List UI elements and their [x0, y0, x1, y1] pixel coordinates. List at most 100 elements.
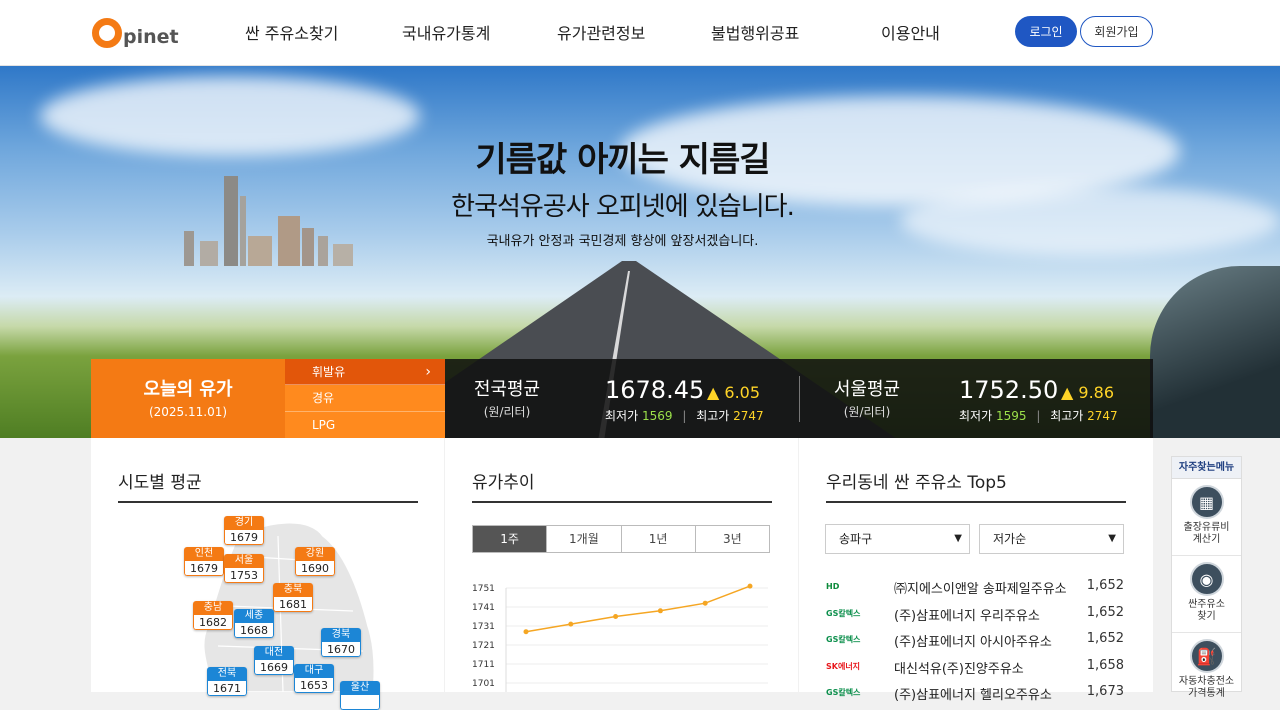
- opinet-logo[interactable]: pinet: [92, 12, 179, 48]
- nav-cheap-station[interactable]: 싼 주유소찾기: [245, 20, 338, 44]
- region-badge[interactable]: 충북 1681: [273, 583, 313, 612]
- trend-point[interactable]: [523, 629, 529, 635]
- logo-text: pinet: [123, 26, 179, 48]
- seoul-min: 1595: [995, 409, 1027, 423]
- quick-menu-title: 자주찾는메뉴: [1172, 457, 1241, 479]
- region-value: 1679: [224, 530, 264, 545]
- fuel-tab-label: 경유: [312, 391, 335, 406]
- today-price-box: 오늘의 유가 (2025.11.01): [91, 359, 285, 438]
- trend-point[interactable]: [747, 583, 753, 589]
- region-value: 1753: [224, 568, 264, 583]
- nav-illegal-notice[interactable]: 불법행위공표: [711, 20, 799, 44]
- region-name: 전북: [207, 667, 247, 681]
- quick-menu: 자주찾는메뉴 ▦ 출장유류비 계산기 ◉ 싼주유소 찾기 ⛽ 자동차충전소 가격…: [1171, 456, 1242, 699]
- region-value: 1681: [273, 597, 313, 612]
- trend-point[interactable]: [657, 608, 663, 614]
- district-select[interactable]: 송파구 ▼: [825, 524, 970, 554]
- national-range: 최저가 1569 | 최고가 2747: [605, 407, 764, 424]
- trend-point[interactable]: [702, 600, 708, 606]
- seoul-average: 서울평균 (원/리터) 1752.50 ▲ 9.86 최저가 1595 | 최고…: [799, 359, 1153, 438]
- title-underline: [118, 501, 418, 503]
- region-value: 1668: [234, 623, 274, 638]
- region-badge[interactable]: 세종 1668: [234, 609, 274, 638]
- seoul-max: 2747: [1087, 409, 1118, 423]
- national-max: 2747: [733, 409, 764, 423]
- top5-title: 우리동네 싼 주유소 Top5: [826, 473, 1007, 493]
- fuel-tab-lpg[interactable]: LPG: [285, 412, 445, 438]
- min-label: 최저가: [605, 409, 639, 423]
- fuel-tab-gasoline[interactable]: 휘발유 ›: [285, 359, 445, 386]
- min-label: 최저가: [959, 409, 993, 423]
- region-badge[interactable]: 경기 1679: [224, 516, 264, 545]
- period-tab-3y[interactable]: 3년: [695, 526, 769, 552]
- station-row[interactable]: GS칼텍스 (주)삼표에너지 아시아주유소 1,652: [826, 627, 1126, 654]
- station-row[interactable]: SK에너지 대신석유(주)진양주유소 1,658: [826, 654, 1126, 681]
- fuel-tab-diesel[interactable]: 경유: [285, 385, 445, 412]
- seoul-label: 서울평균: [833, 379, 901, 400]
- station-row[interactable]: GS칼텍스 (주)삼표에너지 우리주유소 1,652: [826, 601, 1126, 628]
- region-name: 대전: [254, 646, 294, 660]
- trend-point[interactable]: [568, 621, 574, 627]
- title-underline: [826, 501, 1126, 503]
- seoul-price: 1752.50: [959, 376, 1059, 404]
- station-name: (주)삼표에너지 헬리오주유소: [894, 688, 1052, 703]
- quick-cheap-station[interactable]: ◉ 싼주유소 찾기: [1172, 562, 1241, 633]
- region-badge[interactable]: 강원 1690: [295, 547, 335, 576]
- y-tick-label: 1711: [472, 660, 495, 670]
- hero-title: 기름값 아끼는 지름길: [475, 140, 770, 180]
- login-button[interactable]: 로그인: [1015, 16, 1077, 47]
- nav-domestic-stats[interactable]: 국내유가통계: [402, 20, 490, 44]
- station-row[interactable]: HD ㈜지에스이앤알 송파제일주유소 1,652: [826, 574, 1126, 601]
- region-badge[interactable]: 인천 1679: [184, 547, 224, 576]
- fuel-tabs: 휘발유 › 경유 LPG: [285, 359, 445, 438]
- region-value: 1690: [295, 561, 335, 576]
- station-price: 1,652: [1086, 604, 1124, 620]
- period-tab-1y[interactable]: 1년: [621, 526, 696, 552]
- quick-ev-charging-stats[interactable]: ⛽ 자동차충전소 가격통계: [1172, 639, 1241, 710]
- seoul-unit: (원/리터): [843, 405, 891, 419]
- y-tick-label: 1701: [472, 679, 495, 689]
- join-button[interactable]: 회원가입: [1080, 16, 1153, 47]
- national-label: 전국평균: [473, 379, 541, 400]
- y-tick-label: 1741: [472, 603, 495, 613]
- fuel-pump-icon: ⛽: [1189, 639, 1224, 673]
- region-name: 울산: [340, 681, 380, 695]
- nav-guide[interactable]: 이용안내: [881, 20, 940, 44]
- price-trend-chart: 1751 1741 1731 1721 1711 1701: [472, 583, 768, 692]
- station-row[interactable]: GS칼텍스 (주)삼표에너지 헬리오주유소 1,673: [826, 680, 1126, 707]
- korea-map: 경기 1679 인천 1679 서울 1753 강원 1690 충북 1681 충남 1682 세종 16…: [118, 516, 418, 710]
- range-separator: |: [682, 409, 687, 423]
- region-badge[interactable]: 울산: [340, 681, 380, 710]
- region-badge[interactable]: 대전 1669: [254, 646, 294, 675]
- nav-price-info[interactable]: 유가관련정보: [557, 20, 645, 44]
- fuel-tab-label: LPG: [312, 417, 336, 432]
- region-value: 1671: [207, 681, 247, 696]
- trend-point[interactable]: [613, 614, 619, 619]
- period-tab-1w[interactable]: 1주: [473, 526, 548, 552]
- region-name: 충북: [273, 583, 313, 597]
- hero-description: 국내유가 안정과 국민경제 향상에 앞장서겠습니다.: [486, 234, 759, 249]
- sort-select[interactable]: 저가순 ▼: [979, 524, 1124, 554]
- top-header: pinet 싼 주유소찾기 국내유가통계 유가관련정보 불법행위공표 이용안내 …: [0, 0, 1280, 66]
- y-tick-label: 1751: [472, 584, 495, 594]
- region-value: 1682: [193, 615, 233, 630]
- chevron-right-icon: ›: [425, 364, 431, 380]
- period-tab-1m[interactable]: 1개월: [547, 526, 622, 552]
- region-badge[interactable]: 대구 1653: [294, 664, 334, 693]
- sort-value: 저가순: [993, 532, 1027, 546]
- region-badge[interactable]: 충남 1682: [193, 601, 233, 630]
- period-tabs: 1주 1개월 1년 3년: [472, 525, 770, 553]
- region-badge[interactable]: 경북 1670: [321, 628, 361, 657]
- seoul-range: 최저가 1595 | 최고가 2747: [959, 407, 1118, 424]
- top5-list: HD ㈜지에스이앤알 송파제일주유소 1,652 GS칼텍스 (주)삼표에너지 우리주유…: [826, 574, 1126, 707]
- region-name: 충남: [193, 601, 233, 615]
- seoul-diff: ▲ 9.86: [1061, 383, 1115, 402]
- station-price: 1,652: [1086, 631, 1124, 646]
- max-label: 최고가: [696, 409, 730, 423]
- quick-travel-fuel-calculator[interactable]: ▦ 출장유류비 계산기: [1172, 485, 1241, 556]
- region-badge[interactable]: 서울 1753: [224, 554, 264, 583]
- national-diff: ▲ 6.05: [707, 383, 761, 402]
- station-name: (주)삼표에너지 우리주유소: [894, 608, 1040, 624]
- today-date: (2025.11.01): [148, 405, 228, 419]
- quick-menu-label: 싼주유소 찾기: [1188, 599, 1225, 622]
